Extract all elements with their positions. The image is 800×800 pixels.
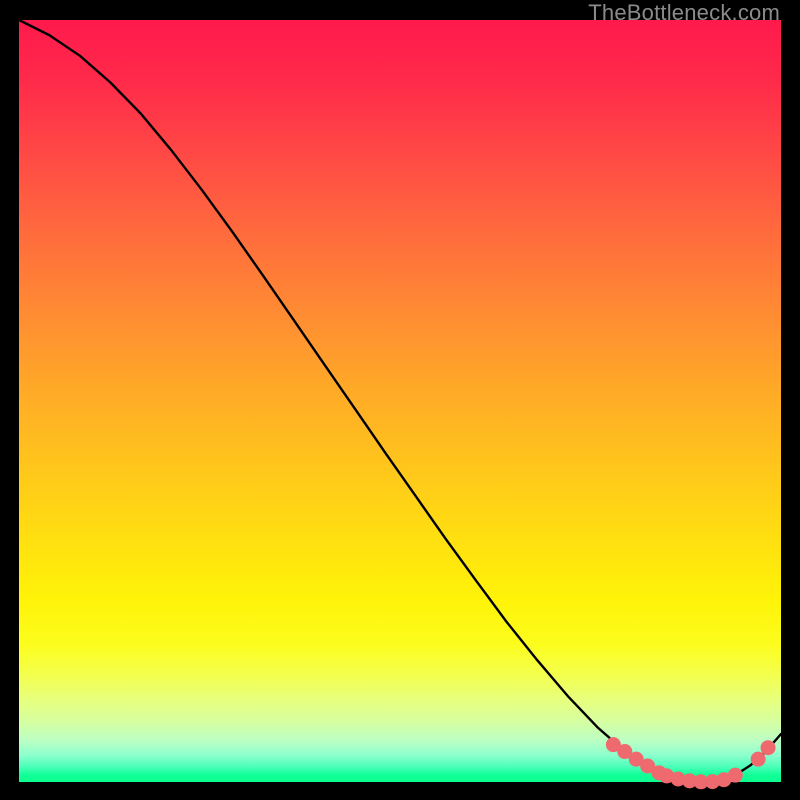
marker-group [606, 737, 776, 789]
highlight-dot [728, 768, 743, 783]
watermark-text: TheBottleneck.com [588, 0, 780, 26]
curve-line [19, 20, 781, 782]
highlight-dot [761, 740, 776, 755]
chart-frame: TheBottleneck.com [0, 0, 800, 800]
plot-area [19, 20, 781, 782]
chart-svg [19, 20, 781, 782]
highlight-dot [751, 752, 766, 767]
